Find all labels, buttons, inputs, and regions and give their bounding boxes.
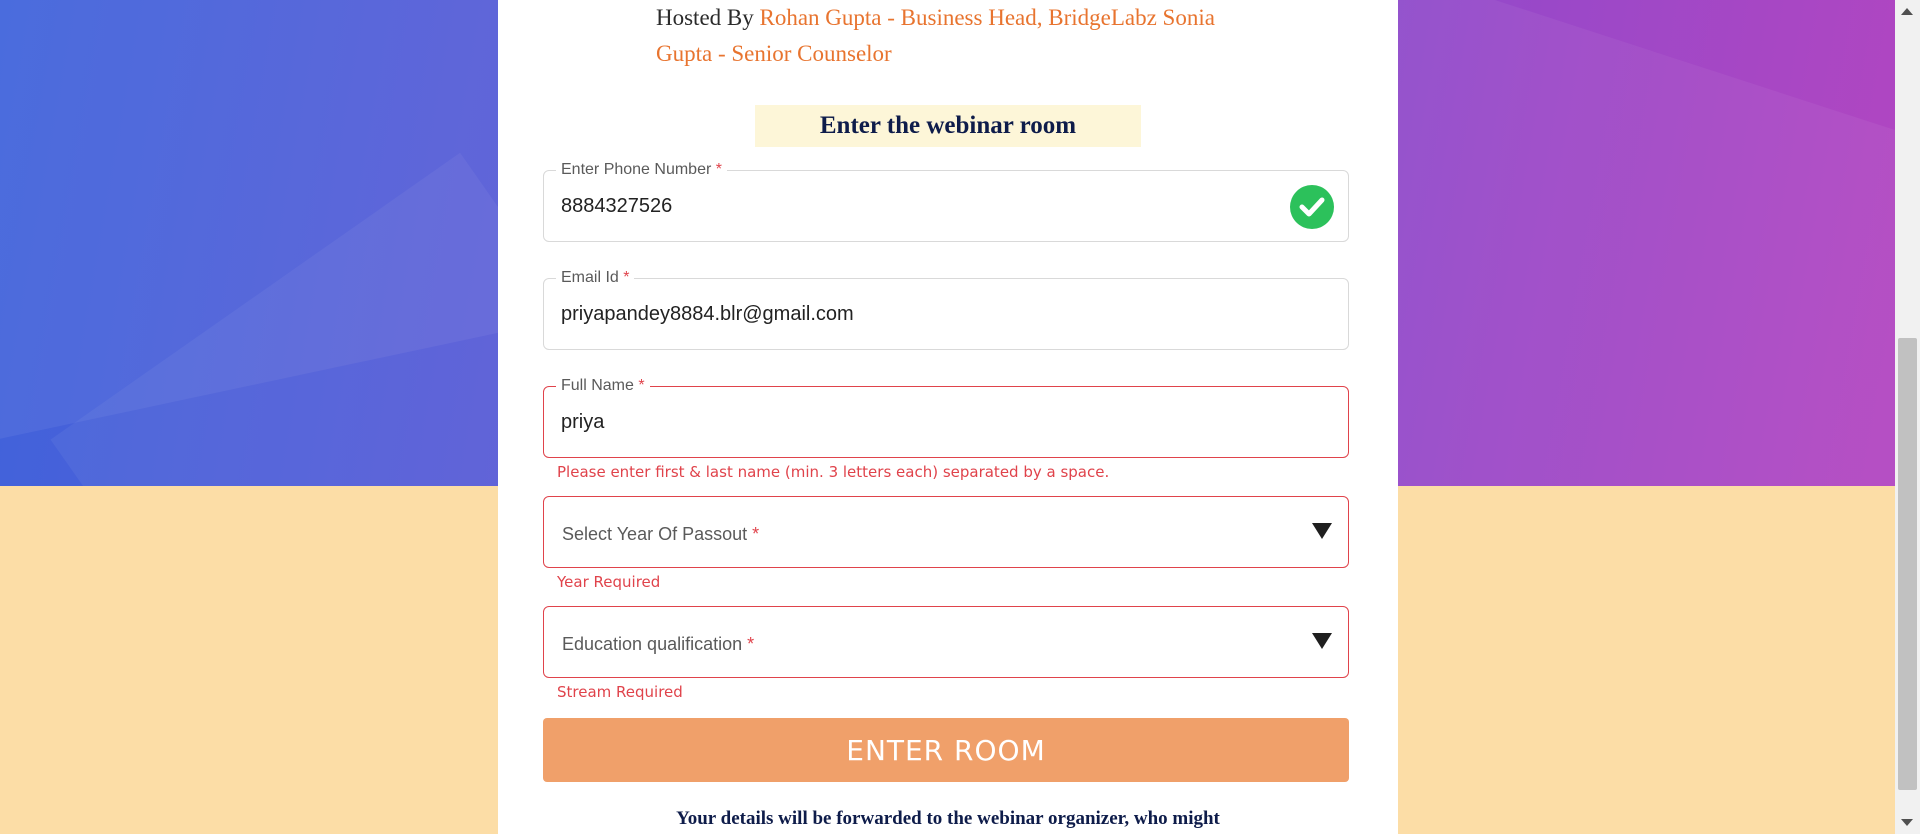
caret-down-icon[interactable] — [1312, 633, 1332, 649]
year-error: Year Required — [557, 573, 661, 591]
caret-down-icon[interactable] — [1312, 523, 1332, 539]
footer-note: Your details will be forwarded to the we… — [676, 808, 1220, 829]
email-field[interactable]: Email Id * priyapandey8884.blr@gmail.com — [543, 268, 1349, 350]
email-value[interactable]: priyapandey8884.blr@gmail.com — [561, 301, 854, 327]
registration-card: Hosted By Rohan Gupta - Business Head, B… — [498, 0, 1398, 834]
phone-label: Enter Phone Number * — [556, 160, 727, 180]
enter-room-button[interactable]: ENTER ROOM — [543, 718, 1349, 782]
email-label: Email Id * — [556, 268, 635, 288]
vertical-scrollbar[interactable] — [1895, 0, 1920, 834]
education-qualification-select[interactable]: Education qualification * — [543, 606, 1349, 678]
check-circle-icon — [1290, 185, 1334, 229]
hosted-by-text: Hosted By Rohan Gupta - Business Head, B… — [656, 0, 1256, 72]
hosted-by-prefix: Hosted By — [656, 5, 760, 30]
year-of-passout-select[interactable]: Select Year Of Passout * — [543, 496, 1349, 568]
year-of-passout-placeholder: Select Year Of Passout * — [562, 524, 760, 544]
full-name-field[interactable]: Full Name * priya — [543, 376, 1349, 458]
phone-value[interactable]: 8884327526 — [561, 193, 672, 219]
full-name-label: Full Name * — [556, 376, 650, 396]
education-placeholder: Education qualification * — [562, 634, 755, 654]
scroll-down-arrow-icon[interactable] — [1901, 819, 1913, 826]
stream-error: Stream Required — [557, 683, 683, 701]
full-name-error: Please enter first & last name (min. 3 l… — [557, 463, 1110, 481]
webinar-room-title: Enter the webinar room — [755, 105, 1141, 147]
phone-field[interactable]: Enter Phone Number * 8884327526 — [543, 160, 1349, 242]
scroll-up-arrow-icon[interactable] — [1901, 8, 1913, 15]
full-name-value[interactable]: priya — [561, 409, 604, 435]
scrollbar-thumb[interactable] — [1898, 338, 1917, 790]
